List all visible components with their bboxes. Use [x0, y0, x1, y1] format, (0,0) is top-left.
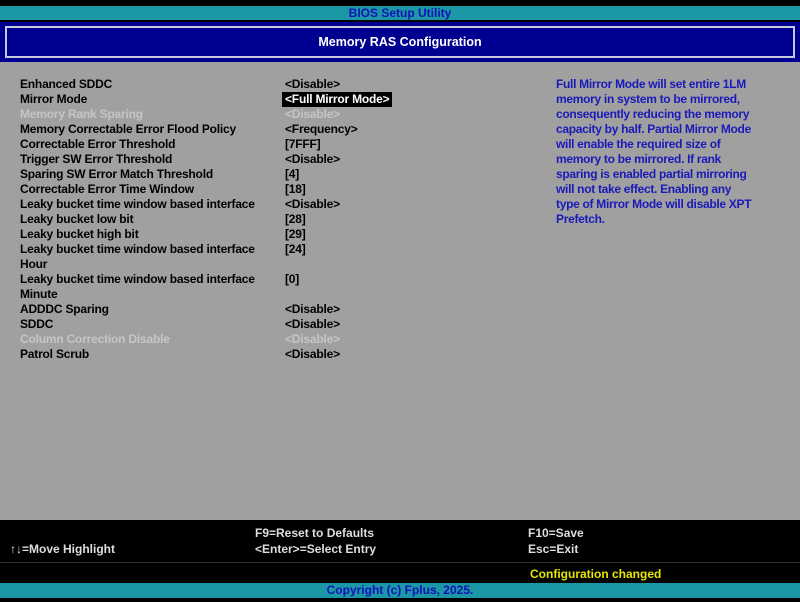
setting-value[interactable]: <Disable>: [285, 332, 340, 347]
setting-label: Memory Rank Sparing: [20, 107, 285, 122]
hint-move-highlight: ↑↓=Move Highlight: [10, 542, 115, 556]
setting-value[interactable]: [28]: [285, 212, 306, 227]
hint-save: F10=Save: [528, 526, 584, 540]
setting-value[interactable]: <Disable>: [285, 302, 340, 317]
setting-label: Column Correction Disable: [20, 332, 285, 347]
setting-row[interactable]: Leaky bucket time window based interface…: [20, 242, 460, 272]
setting-row[interactable]: Trigger SW Error Threshold<Disable>: [20, 152, 460, 167]
setting-value-selected[interactable]: <Full Mirror Mode>: [282, 92, 392, 107]
setting-row[interactable]: Leaky bucket high bit[29]: [20, 227, 460, 242]
setting-row[interactable]: SDDC<Disable>: [20, 317, 460, 332]
setting-label: Leaky bucket low bit: [20, 212, 285, 227]
setting-row[interactable]: Leaky bucket time window based interface…: [20, 272, 460, 302]
app-title-bar: BIOS Setup Utility: [0, 6, 800, 20]
setting-label: SDDC: [20, 317, 285, 332]
status-message: Configuration changed: [530, 567, 661, 581]
help-line: sparing is enabled partial mirroring: [556, 167, 798, 182]
setting-row[interactable]: Correctable Error Threshold[7FFF]: [20, 137, 460, 152]
setting-value[interactable]: <Disable>: [285, 317, 340, 332]
setting-row[interactable]: Leaky bucket time window based interface…: [20, 197, 460, 212]
setting-value[interactable]: [29]: [285, 227, 306, 242]
help-line: will not take effect. Enabling any: [556, 182, 798, 197]
setting-label: Sparing SW Error Match Threshold: [20, 167, 285, 182]
page-title: Memory RAS Configuration: [318, 35, 481, 49]
hint-select-entry: <Enter>=Select Entry: [255, 542, 376, 556]
page-title-box: Memory RAS Configuration: [5, 26, 795, 58]
setting-label: ADDDC Sparing: [20, 302, 285, 317]
setting-row[interactable]: Enhanced SDDC<Disable>: [20, 77, 460, 92]
setting-label: Leaky bucket high bit: [20, 227, 285, 242]
setting-label: Correctable Error Threshold: [20, 137, 285, 152]
setting-row[interactable]: Correctable Error Time Window[18]: [20, 182, 460, 197]
setting-label: Patrol Scrub: [20, 347, 285, 362]
setting-label: Leaky bucket time window based interface…: [20, 242, 285, 272]
copyright-bar: Copyright (c) Fplus, 2025.: [0, 583, 800, 598]
setting-label: Mirror Mode: [20, 92, 285, 107]
status-bar: Configuration changed: [0, 562, 800, 583]
setting-label: Leaky bucket time window based interface: [20, 197, 285, 212]
setting-value[interactable]: <Disable>: [285, 77, 340, 92]
setting-row[interactable]: Mirror Mode<Full Mirror Mode>: [20, 92, 460, 107]
main-area: Enhanced SDDC<Disable>Mirror Mode<Full M…: [0, 62, 800, 520]
help-line: will enable the required size of: [556, 137, 798, 152]
setting-row[interactable]: Column Correction Disable<Disable>: [20, 332, 460, 347]
bios-screen: BIOS Setup Utility Memory RAS Configurat…: [0, 0, 800, 602]
help-line: type of Mirror Mode will disable XPT: [556, 197, 798, 212]
setting-row[interactable]: ADDDC Sparing<Disable>: [20, 302, 460, 317]
setting-label: Trigger SW Error Threshold: [20, 152, 285, 167]
hint-reset-defaults: F9=Reset to Defaults: [255, 526, 374, 540]
help-line: consequently reducing the memory: [556, 107, 798, 122]
setting-value[interactable]: [4]: [285, 167, 299, 182]
setting-value[interactable]: <Disable>: [285, 107, 340, 122]
setting-value[interactable]: [24]: [285, 242, 306, 257]
setting-row[interactable]: Leaky bucket low bit[28]: [20, 212, 460, 227]
hint-exit: Esc=Exit: [528, 542, 578, 556]
help-line: capacity by half. Partial Mirror Mode: [556, 122, 798, 137]
setting-value[interactable]: <Disable>: [285, 152, 340, 167]
page-title-band: Memory RAS Configuration: [0, 22, 800, 62]
help-panel: Full Mirror Mode will set entire 1LMmemo…: [556, 77, 798, 227]
setting-row[interactable]: Memory Correctable Error Flood Policy<Fr…: [20, 122, 460, 137]
setting-label: Memory Correctable Error Flood Policy: [20, 122, 285, 137]
help-line: Prefetch.: [556, 212, 798, 227]
setting-value[interactable]: <Disable>: [285, 197, 340, 212]
setting-label: Leaky bucket time window based interface…: [20, 272, 285, 302]
setting-row[interactable]: Sparing SW Error Match Threshold[4]: [20, 167, 460, 182]
app-title: BIOS Setup Utility: [349, 6, 452, 20]
setting-row[interactable]: Memory Rank Sparing<Disable>: [20, 107, 460, 122]
setting-value[interactable]: <Frequency>: [285, 122, 358, 137]
setting-value[interactable]: [0]: [285, 272, 299, 287]
key-hints-bar: ↑↓=Move Highlight F9=Reset to Defaults <…: [0, 520, 800, 562]
settings-list: Enhanced SDDC<Disable>Mirror Mode<Full M…: [20, 77, 460, 362]
setting-value[interactable]: <Disable>: [285, 347, 340, 362]
setting-value[interactable]: [18]: [285, 182, 306, 197]
setting-value[interactable]: [7FFF]: [285, 137, 320, 152]
setting-row[interactable]: Patrol Scrub<Disable>: [20, 347, 460, 362]
help-line: memory to be mirrored. If rank: [556, 152, 798, 167]
help-line: Full Mirror Mode will set entire 1LM: [556, 77, 798, 92]
setting-label: Enhanced SDDC: [20, 77, 285, 92]
help-line: memory in system to be mirrored,: [556, 92, 798, 107]
copyright-text: Copyright (c) Fplus, 2025.: [327, 583, 474, 597]
setting-label: Correctable Error Time Window: [20, 182, 285, 197]
